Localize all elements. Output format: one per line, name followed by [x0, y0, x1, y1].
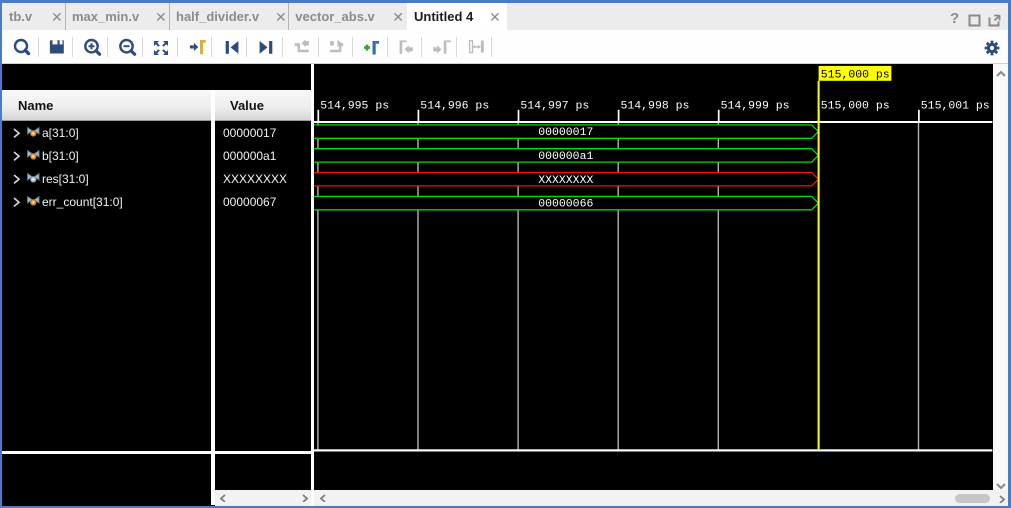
- svg-text:514,997 ps: 514,997 ps: [521, 99, 590, 112]
- svg-text:514,999 ps: 514,999 ps: [721, 99, 790, 112]
- svg-text:514,996 ps: 514,996 ps: [420, 99, 489, 112]
- svg-text:00000066: 00000066: [538, 197, 593, 210]
- svg-text:XXXXXXXX: XXXXXXXX: [538, 173, 593, 186]
- svg-text:515,000 ps: 515,000 ps: [821, 99, 890, 112]
- svg-text:514,995 ps: 514,995 ps: [320, 99, 389, 112]
- svg-text:000000a1: 000000a1: [538, 149, 593, 162]
- svg-text:515,001 ps: 515,001 ps: [921, 99, 990, 112]
- svg-text:515,000 ps: 515,000 ps: [821, 68, 890, 81]
- svg-text:514,998 ps: 514,998 ps: [621, 99, 690, 112]
- svg-text:00000017: 00000017: [538, 126, 593, 139]
